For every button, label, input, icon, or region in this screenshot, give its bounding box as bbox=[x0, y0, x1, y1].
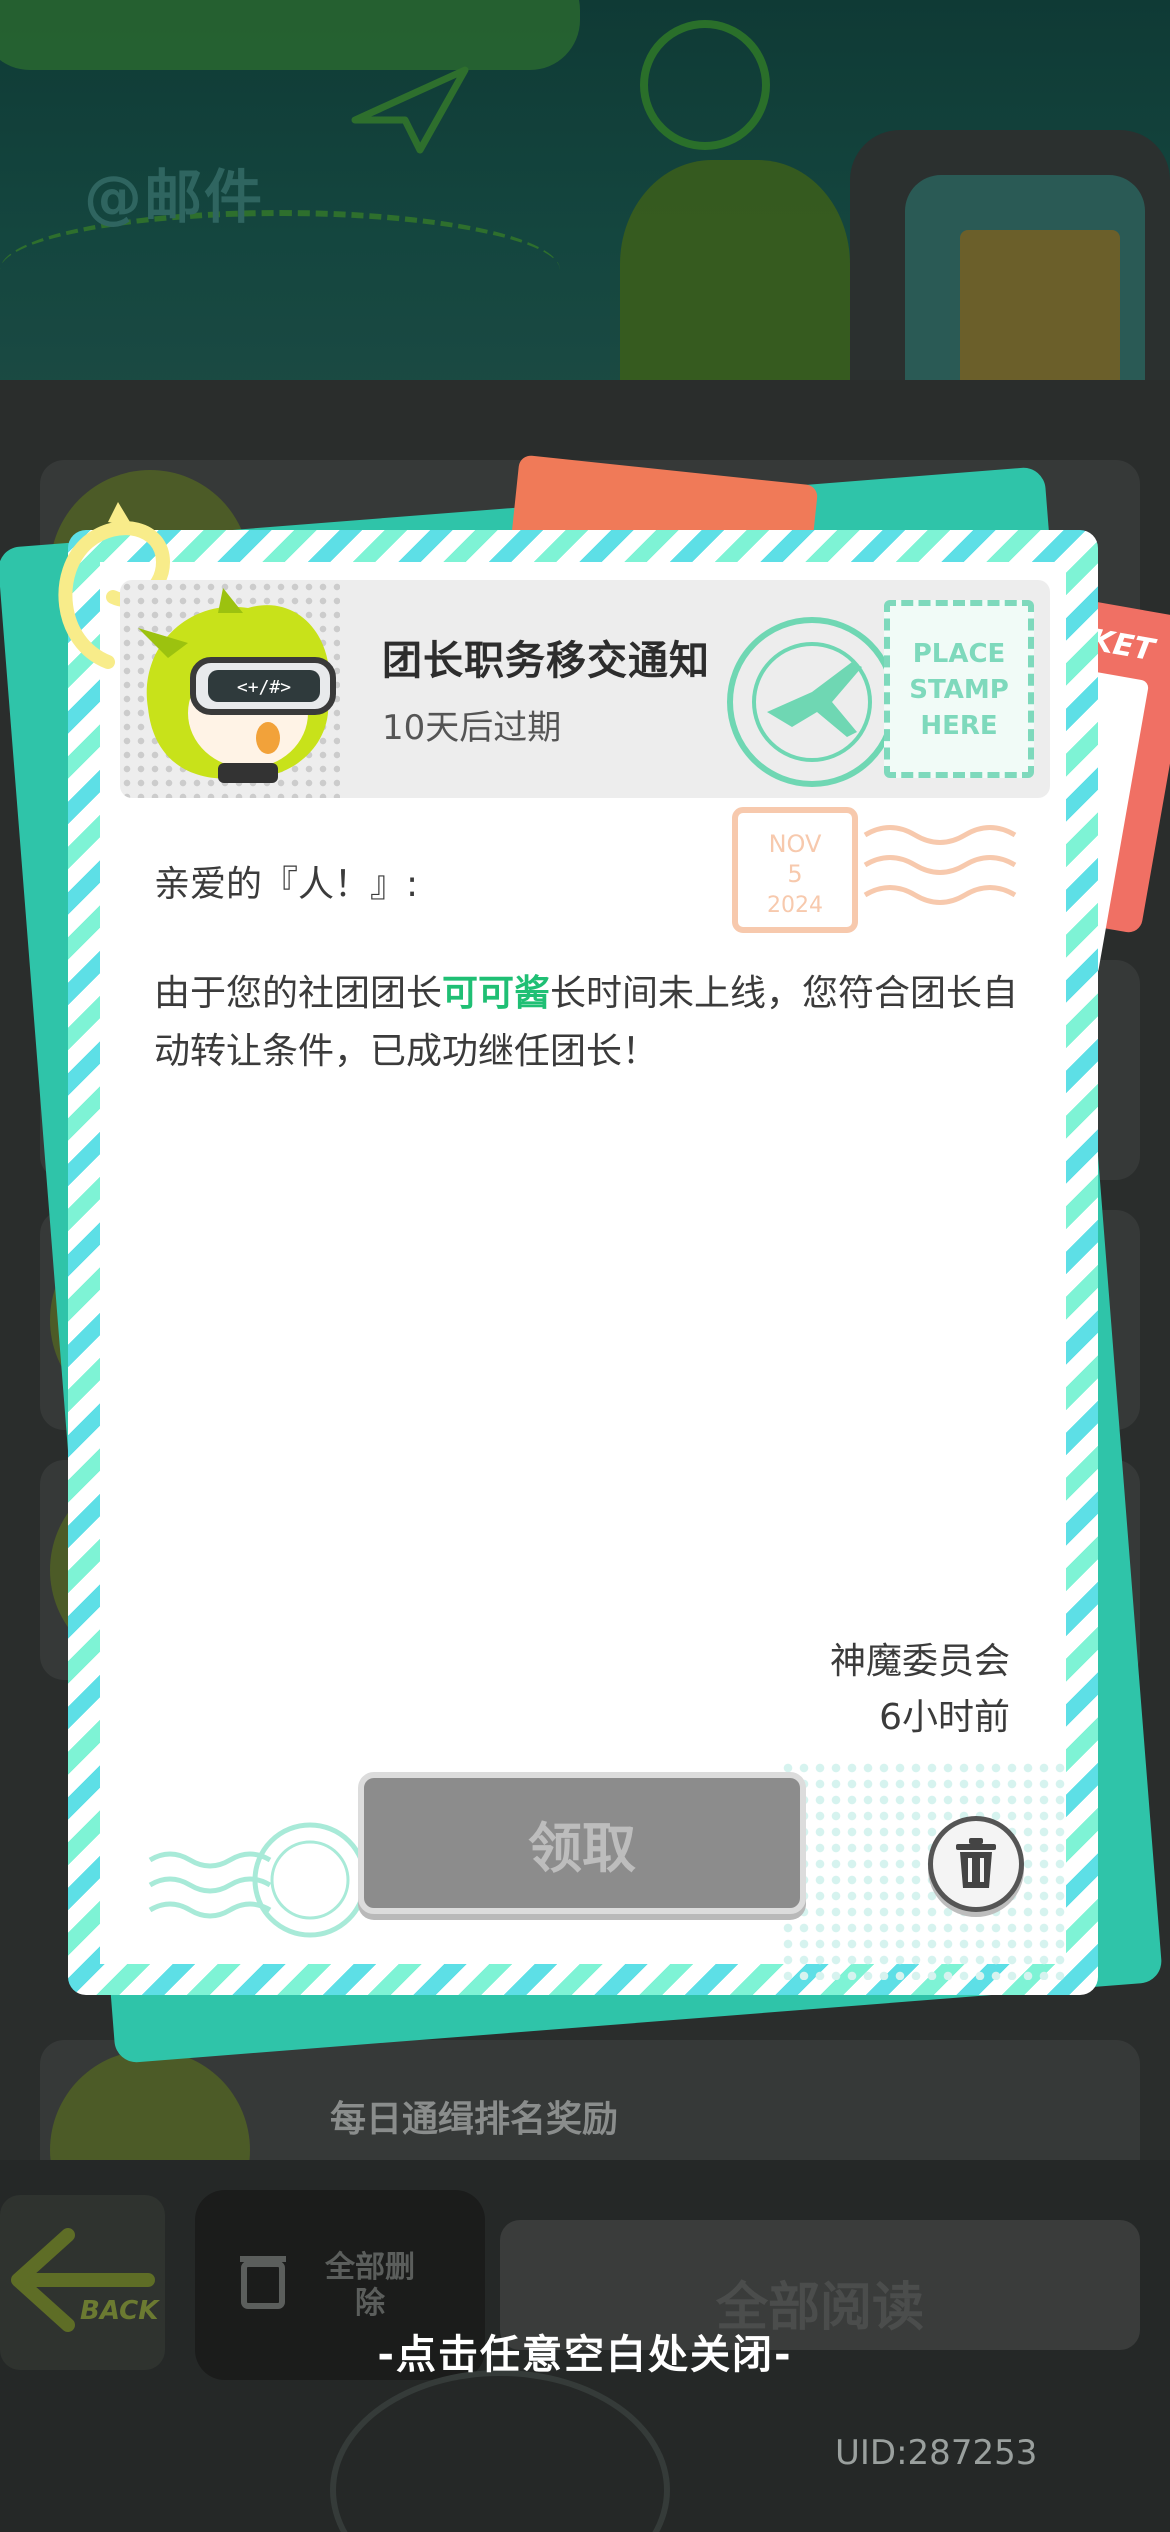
letter-time: 6小时前 bbox=[879, 1697, 1010, 1738]
letter-body: 由于您的社团团长可可酱长时间未上线，您符合团长自动转让条件，已成功继任团长！ bbox=[154, 965, 1034, 1081]
user-id: UID:287253 bbox=[835, 2433, 1038, 2473]
postmark-stamp: NOV 5 2024 bbox=[732, 807, 1017, 933]
bottom-dots-decoration bbox=[780, 1760, 1070, 1980]
close-hint[interactable]: -点击任意空白处关闭- bbox=[0, 2322, 1170, 2380]
letter-expiry: 10天后过期 bbox=[382, 708, 562, 748]
postmark-year: 2024 bbox=[767, 893, 823, 918]
delete-all-label: 全部删除 bbox=[325, 2250, 415, 2321]
envelope-icon bbox=[960, 230, 1120, 390]
svg-text:<+/#>: <+/#> bbox=[237, 677, 291, 698]
avatar: <+/#> bbox=[138, 588, 336, 783]
delete-mail-button[interactable] bbox=[928, 1816, 1024, 1912]
smiley-icon bbox=[640, 20, 770, 150]
leader-name: 可可酱 bbox=[442, 973, 551, 1014]
letter-title: 团长职务移交通知 bbox=[382, 638, 710, 684]
letter-body-part: 由于您的社团团长 bbox=[154, 973, 443, 1014]
claim-button[interactable]: 领取 bbox=[358, 1772, 806, 1914]
airplane-stamp-icon bbox=[727, 617, 897, 787]
postmark-month: NOV bbox=[769, 830, 822, 858]
list-item-title: 每日通缉排名奖励 bbox=[330, 2099, 619, 2140]
letter-sender: 神魔委员会 bbox=[829, 1641, 1010, 1682]
paper-plane-icon bbox=[351, 66, 469, 154]
letter-greeting: 亲爱的『人！』: bbox=[154, 864, 419, 905]
background-title-decoration bbox=[0, 0, 580, 70]
trash-icon bbox=[240, 2256, 286, 2309]
trash-icon bbox=[956, 1838, 996, 1888]
postmark-day: 5 bbox=[787, 860, 802, 888]
place-stamp-text: PLACE STAMP HERE bbox=[909, 639, 1009, 741]
mail-section-title: @邮件 bbox=[84, 163, 265, 231]
